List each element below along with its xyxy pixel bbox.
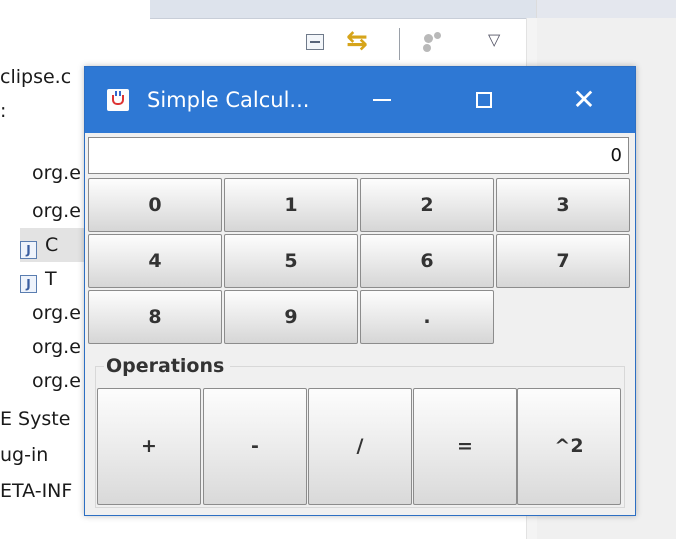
tree-item[interactable]: org.e <box>32 156 81 190</box>
key-3[interactable]: 3 <box>496 178 630 232</box>
key-1[interactable]: 1 <box>224 178 358 232</box>
tree-item[interactable]: org.e <box>32 330 81 364</box>
close-icon: ✕ <box>572 83 596 116</box>
maximize-icon <box>476 92 492 108</box>
key-9[interactable]: 9 <box>224 290 358 344</box>
key-decimal[interactable]: . <box>360 290 494 344</box>
key-7[interactable]: 7 <box>496 234 630 288</box>
tree-item-label: org.e <box>32 302 81 324</box>
key-8[interactable]: 8 <box>88 290 222 344</box>
tree-item-java-file[interactable]: JT <box>20 262 57 296</box>
link-with-editor-icon[interactable]: ⇆ <box>346 28 368 54</box>
tree-item[interactable]: org.e <box>32 296 81 330</box>
minimize-button[interactable] <box>345 67 419 133</box>
tree-item[interactable]: clipse.c <box>0 60 71 94</box>
tree-item-label: org.e <box>32 336 81 358</box>
tree-item-label: T <box>45 268 57 290</box>
window-title: Simple Calcul... <box>147 88 310 112</box>
key-6[interactable]: 6 <box>360 234 494 288</box>
tree-item-label: org.e <box>32 370 81 392</box>
key-4[interactable]: 4 <box>88 234 222 288</box>
window-title-bar[interactable]: Simple Calcul... ✕ <box>85 67 635 133</box>
tree-item-java-file[interactable]: JC <box>20 228 84 262</box>
ide-view-tab-strip <box>150 0 536 19</box>
tree-item[interactable]: E Syste <box>0 402 70 436</box>
toolbar-separator <box>399 28 400 60</box>
key-0[interactable]: 0 <box>88 178 222 232</box>
subtract-button[interactable]: - <box>203 388 307 505</box>
tree-item-label: ug-in <box>0 444 49 466</box>
java-cup-icon <box>107 89 129 111</box>
tree-item[interactable]: : <box>0 94 6 128</box>
java-file-icon: J <box>20 241 37 259</box>
divide-button[interactable]: / <box>308 388 412 505</box>
operations-group-label: Operations <box>104 353 231 379</box>
equals-button[interactable]: = <box>413 388 517 505</box>
tree-item-label: E Syste <box>0 408 71 430</box>
minimize-icon <box>373 99 391 101</box>
maximize-button[interactable] <box>447 67 521 133</box>
collapse-all-icon[interactable] <box>306 34 324 50</box>
close-button[interactable]: ✕ <box>547 67 621 133</box>
tree-item-label: : <box>0 100 7 122</box>
filter-icon[interactable] <box>420 32 442 54</box>
add-button[interactable]: + <box>97 388 201 505</box>
tree-item[interactable]: ETA-INF <box>0 474 72 508</box>
tree-item-label: ETA-INF <box>0 480 73 502</box>
key-5[interactable]: 5 <box>224 234 358 288</box>
key-2[interactable]: 2 <box>360 178 494 232</box>
tree-item-label: clipse.c <box>0 66 72 88</box>
tree-item-label: C <box>45 234 59 256</box>
tree-item-label: org.e <box>32 162 81 184</box>
view-menu-icon[interactable]: ▽ <box>488 30 510 52</box>
tree-item[interactable]: org.e <box>32 194 81 228</box>
simple-calculator-window: Simple Calcul... ✕ 0 0 1 2 3 4 5 6 7 8 9… <box>84 66 636 516</box>
tree-item[interactable]: ug-in <box>0 438 48 472</box>
java-file-icon: J <box>20 275 37 293</box>
tree-item-label: org.e <box>32 200 81 222</box>
square-button[interactable]: ^2 <box>517 388 621 505</box>
tree-item[interactable]: org.e <box>32 364 81 398</box>
calculator-display[interactable]: 0 <box>88 137 629 174</box>
